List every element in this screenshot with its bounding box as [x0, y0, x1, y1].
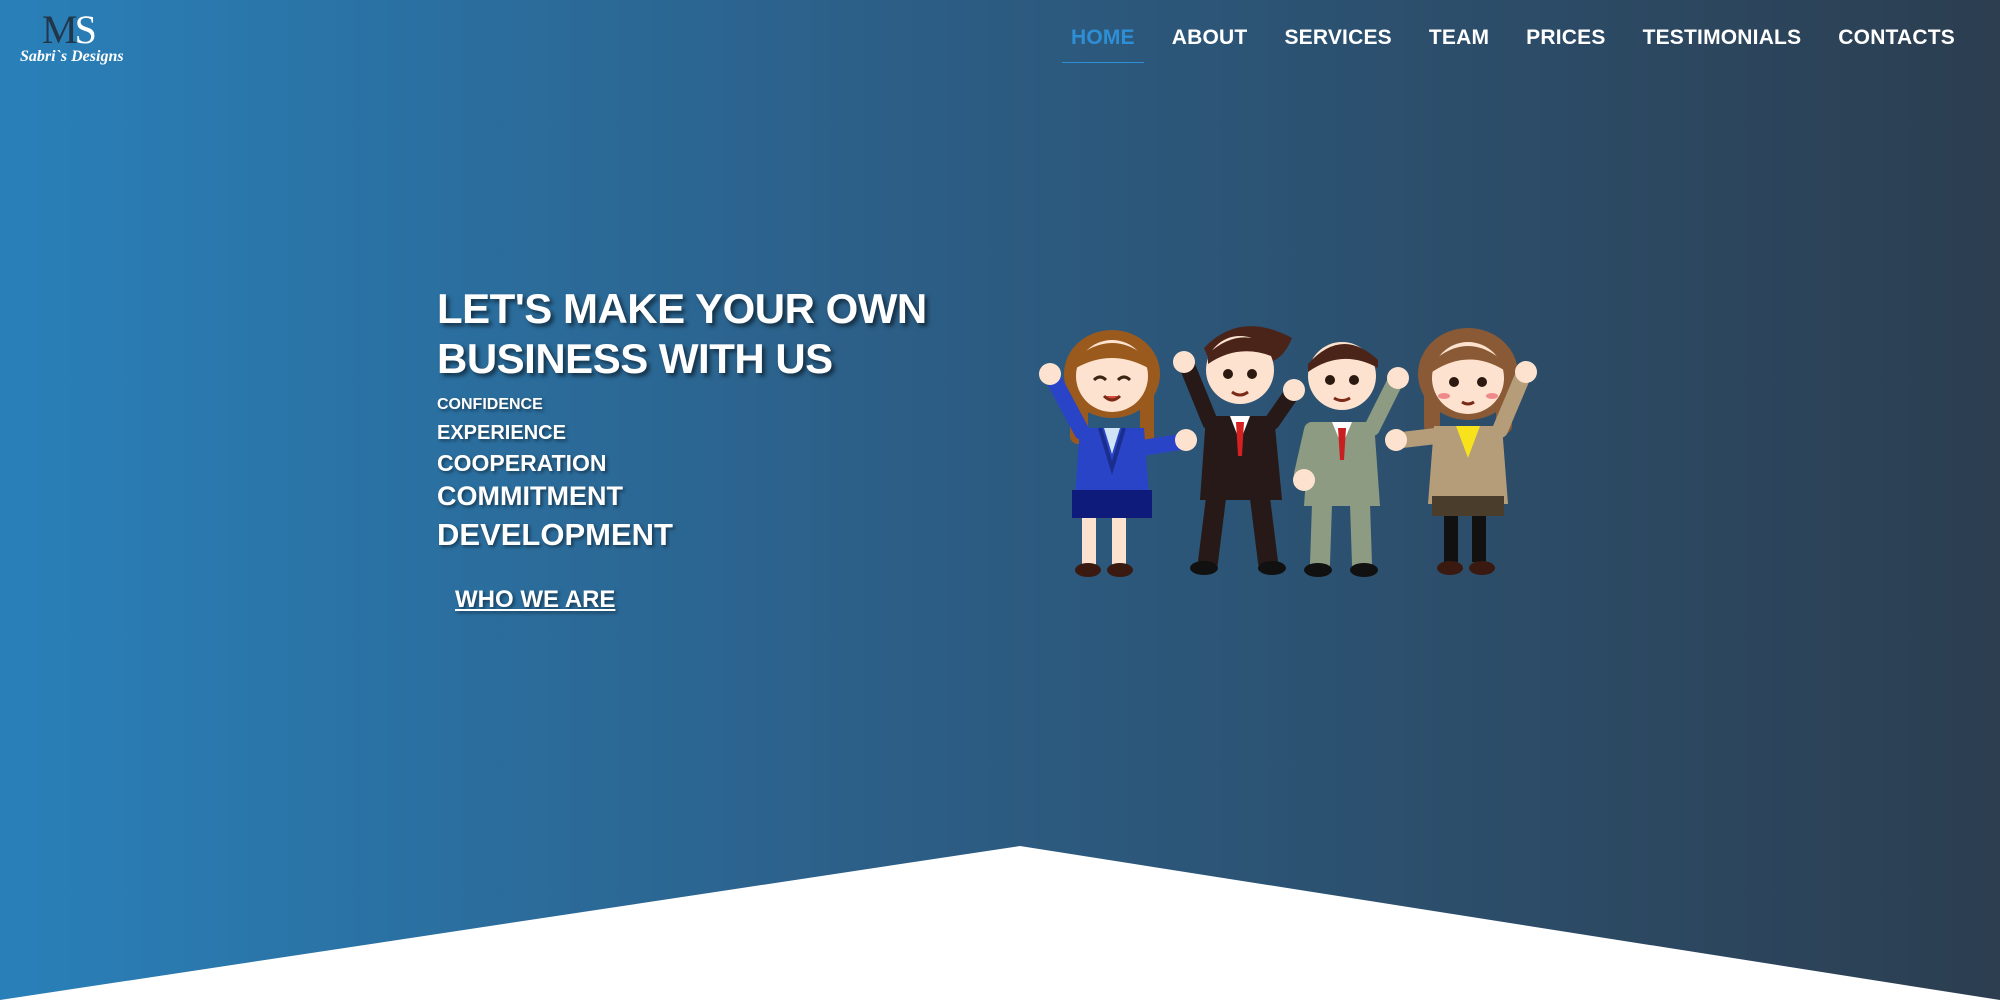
- nav-services[interactable]: SERVICES: [1275, 22, 1400, 63]
- who-we-are-link[interactable]: WHO WE ARE: [455, 586, 615, 614]
- business-team-cheering-illustration: [1039, 326, 1537, 577]
- nav-team[interactable]: TEAM: [1420, 22, 1498, 63]
- value-confidence: CONFIDENCE: [437, 396, 543, 413]
- main-nav: HOME ABOUT SERVICES TEAM PRICES TESTIMON…: [1043, 22, 1964, 63]
- hero-bottom-divider: [0, 846, 2000, 1000]
- nav-testimonials[interactable]: TESTIMONIALS: [1634, 22, 1811, 63]
- person-man-grey-suit: [1293, 342, 1409, 577]
- person-girl-blue-suit: [1039, 330, 1197, 577]
- hero-headline-line2: BUSINESS WITH US: [437, 335, 833, 382]
- values-list: CONFIDENCE EXPERIENCE COOPERATION COMMIT…: [437, 392, 997, 556]
- hero-headline-line1: LET'S MAKE YOUR OWN: [437, 285, 927, 332]
- person-girl-tan-suit: [1385, 328, 1537, 575]
- nav-contacts[interactable]: CONTACTS: [1829, 22, 1964, 63]
- value-cooperation: COOPERATION: [437, 450, 607, 476]
- logo-tagline: Sabri`s Designs: [20, 48, 124, 65]
- site-header: MS Sabri`s Designs HOME ABOUT SERVICES T…: [0, 0, 2000, 80]
- logo-mark: MS: [42, 7, 97, 52]
- hero-section: LET'S MAKE YOUR OWN BUSINESS WITH US CON…: [437, 284, 997, 614]
- value-commitment: COMMITMENT: [437, 481, 623, 511]
- logo[interactable]: MS Sabri`s Designs: [18, 8, 148, 70]
- value-experience: EXPERIENCE: [437, 422, 566, 444]
- logo-letter-s: S: [74, 7, 97, 52]
- nav-prices[interactable]: PRICES: [1517, 22, 1614, 63]
- hero-headline: LET'S MAKE YOUR OWN BUSINESS WITH US: [437, 284, 997, 384]
- person-man-black-suit: [1173, 326, 1305, 575]
- logo-letter-m: M: [42, 7, 78, 52]
- value-development: DEVELOPMENT: [437, 517, 673, 552]
- nav-about[interactable]: ABOUT: [1163, 22, 1257, 63]
- nav-home[interactable]: HOME: [1061, 22, 1144, 63]
